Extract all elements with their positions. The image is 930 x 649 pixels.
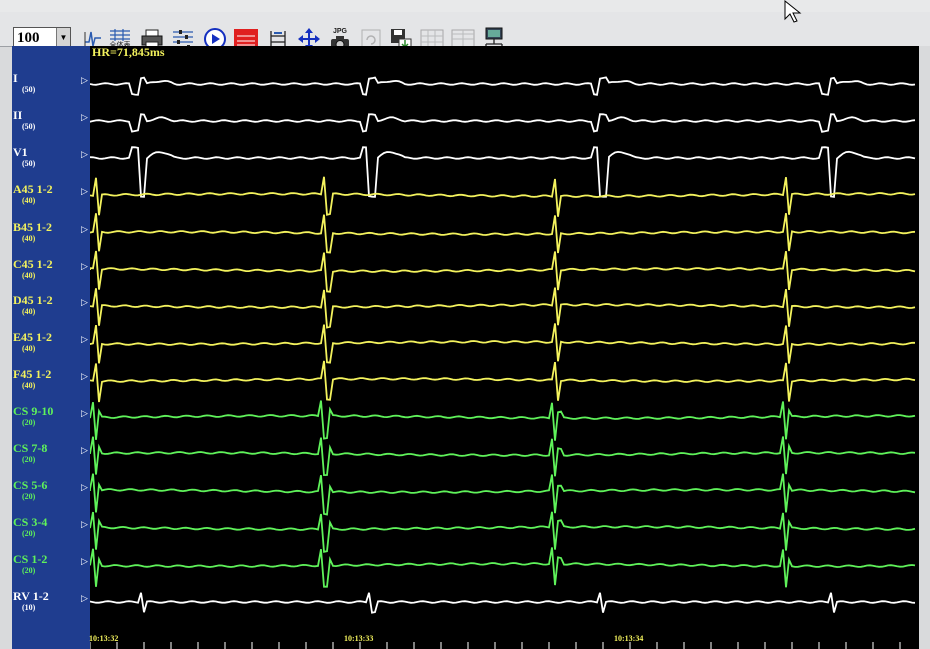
channel-trace — [90, 76, 916, 96]
channel-label: RV 1-2 (10) — [13, 589, 49, 613]
channel-label: II (50) — [13, 108, 36, 132]
channel-label: CS 5-6 (20) — [13, 478, 48, 502]
channel-label: CS 9-10 (20) — [13, 404, 54, 428]
channel-label: D45 1-2 (40) — [13, 293, 53, 317]
channel-name: CS 3-4 — [13, 515, 48, 529]
channel-trace — [90, 323, 915, 364]
channel-trace — [90, 473, 916, 516]
channel-marker-icon[interactable]: ▷ — [81, 372, 89, 381]
channel-trace — [90, 511, 916, 553]
channel-marker-icon[interactable]: ▷ — [81, 335, 89, 344]
channel-label: CS 1-2 (20) — [13, 552, 48, 576]
channel-label: A45 1-2 (40) — [13, 182, 53, 206]
channel-marker-icon[interactable]: ▷ — [81, 520, 89, 529]
channel-gain: (40) — [22, 196, 36, 205]
channel-marker-icon[interactable]: ▷ — [81, 76, 89, 85]
channel-label: V1 (50) — [13, 145, 36, 169]
channel-trace — [90, 436, 916, 477]
timestamp-2: 10:13:33 — [344, 634, 374, 643]
channel-name: II — [13, 108, 23, 122]
channel-trace — [90, 146, 916, 198]
channel-marker-icon[interactable]: ▷ — [81, 225, 89, 234]
channel-gain: (50) — [22, 85, 36, 94]
channel-gain: (40) — [22, 381, 36, 390]
channel-marker-icon[interactable]: ▷ — [81, 557, 89, 566]
channel-gain: (50) — [22, 122, 36, 131]
channel-name: I — [13, 71, 18, 85]
channel-gain: (50) — [22, 159, 36, 168]
channel-gain: (20) — [22, 492, 36, 501]
channel-name: CS 1-2 — [13, 552, 48, 566]
channel-marker-icon[interactable]: ▷ — [81, 262, 89, 271]
mouse-pointer-icon — [784, 0, 802, 29]
channel-gain: (20) — [22, 566, 36, 575]
channel-trace — [90, 400, 916, 441]
channel-trace — [90, 592, 916, 614]
channel-name: CS 7-8 — [13, 441, 48, 455]
window-border — [919, 46, 930, 649]
channel-name: D45 1-2 — [13, 293, 53, 307]
channel-marker-icon[interactable]: ▷ — [81, 594, 89, 603]
channel-trace — [90, 176, 916, 217]
waveform-traces — [90, 76, 916, 649]
channel-name: V1 — [13, 145, 28, 159]
chevron-down-icon[interactable]: ▼ — [56, 28, 70, 48]
channel-label: B45 1-2 (40) — [13, 220, 52, 244]
channel-label: CS 3-4 (20) — [13, 515, 48, 539]
timestamp-1: 10:13:32 — [89, 634, 119, 643]
channel-name: F45 1-2 — [13, 367, 52, 381]
channel-label: F45 1-2 (40) — [13, 367, 52, 391]
all-table-icon — [110, 29, 130, 41]
channel-trace — [90, 287, 916, 329]
channel-gain: (10) — [22, 603, 36, 612]
channel-label: E45 1-2 (40) — [13, 330, 52, 354]
channel-gain: (40) — [22, 234, 36, 243]
channel-gain: (20) — [22, 418, 36, 427]
channel-label: I (50) — [13, 71, 36, 95]
channel-name: CS 9-10 — [13, 404, 54, 418]
channel-trace — [90, 113, 916, 133]
channel-name: CS 5-6 — [13, 478, 48, 492]
channel-name: RV 1-2 — [13, 589, 49, 603]
channel-trace — [90, 547, 916, 588]
channel-label: CS 7-8 (20) — [13, 441, 48, 465]
channel-name: C45 1-2 — [13, 257, 53, 271]
channel-gain: (20) — [22, 455, 36, 464]
channel-gain: (40) — [22, 307, 36, 316]
channel-marker-icon[interactable]: ▷ — [81, 409, 89, 418]
channel-name: B45 1-2 — [13, 220, 52, 234]
channel-gain: (40) — [22, 344, 36, 353]
channel-trace — [90, 360, 916, 403]
timestamp-3: 10:13:34 — [614, 634, 644, 643]
channel-gain: (40) — [22, 271, 36, 280]
channel-marker-icon[interactable]: ▷ — [81, 298, 89, 307]
jpg-label: JPG — [332, 27, 347, 35]
channel-gain: (20) — [22, 529, 36, 538]
channel-marker-icon[interactable]: ▷ — [81, 187, 89, 196]
channel-name: E45 1-2 — [13, 330, 52, 344]
speed-value: 100 — [17, 30, 40, 46]
channel-marker-icon[interactable]: ▷ — [81, 483, 89, 492]
channel-label: C45 1-2 (40) — [13, 257, 53, 281]
channel-trace — [90, 250, 916, 293]
channel-marker-icon[interactable]: ▷ — [81, 150, 89, 159]
channel-name: A45 1-2 — [13, 182, 53, 196]
channel-marker-icon[interactable]: ▷ — [81, 446, 89, 455]
channel-trace — [90, 213, 916, 254]
channel-marker-icon[interactable]: ▷ — [81, 113, 89, 122]
